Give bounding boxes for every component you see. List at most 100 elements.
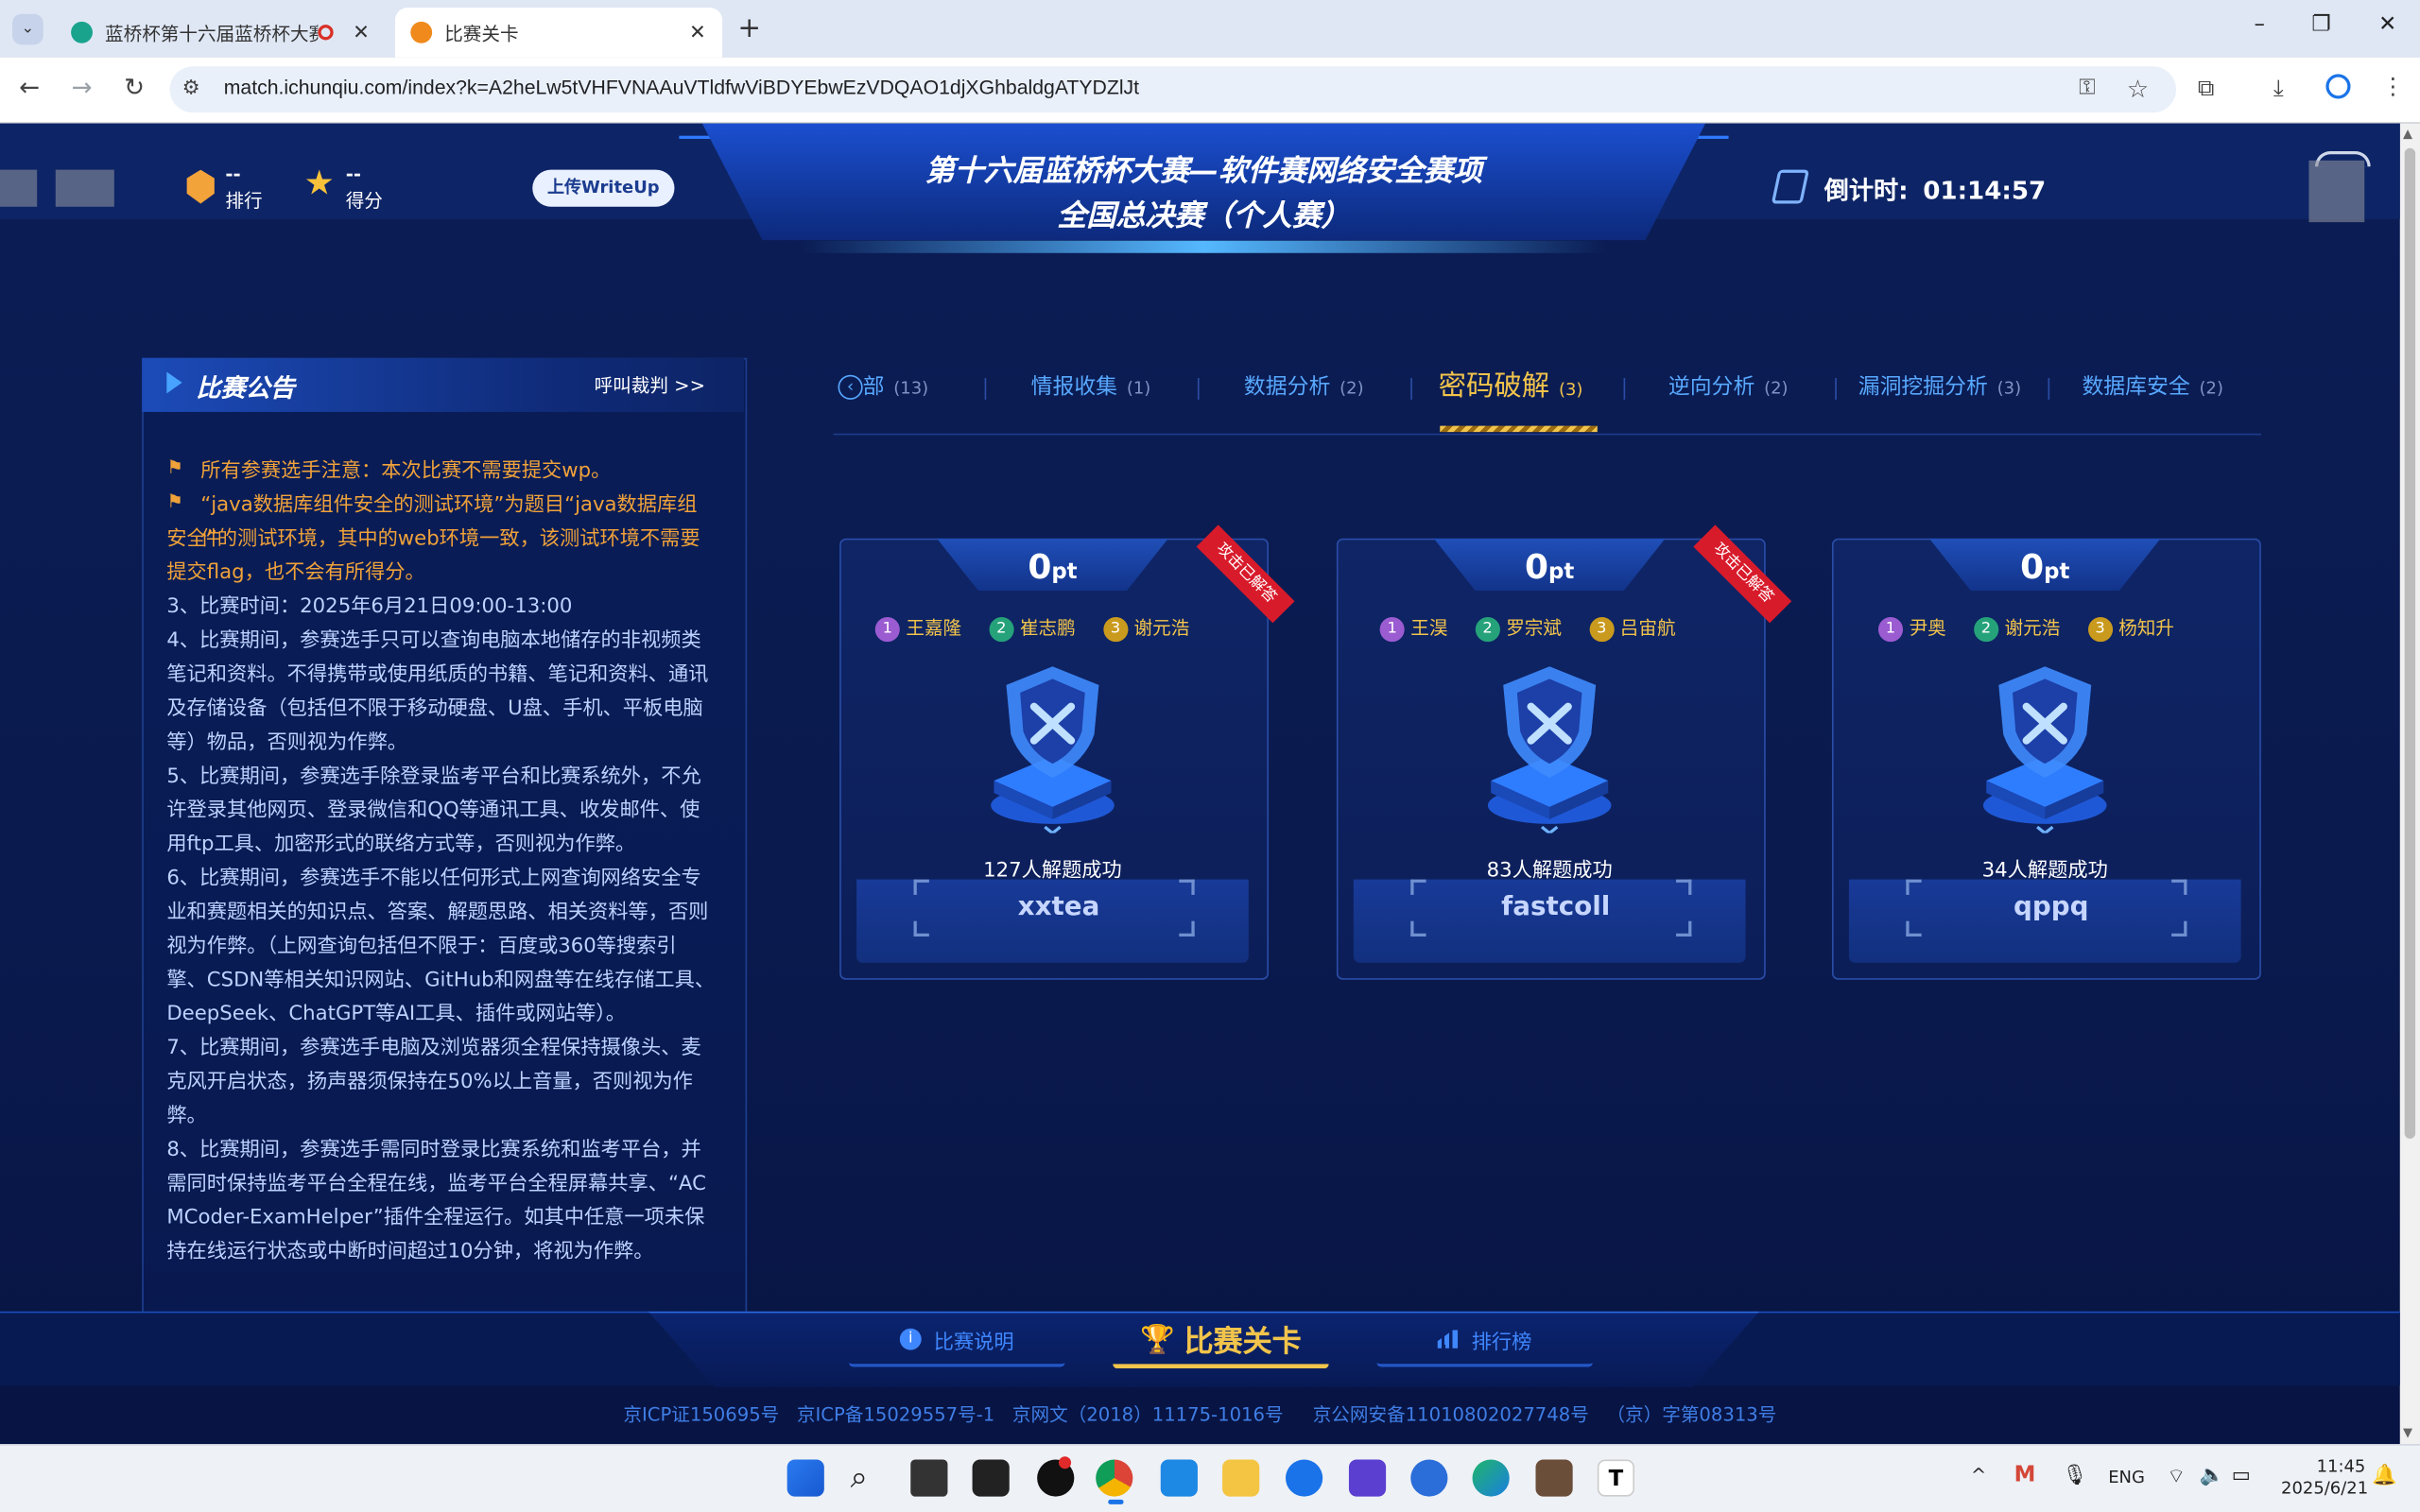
category-separator <box>1197 377 1200 400</box>
tab-levels[interactable]: 比赛关卡 ✕ <box>394 8 723 58</box>
category-tab-crypto[interactable]: 密码破解 (3) <box>1439 364 1583 404</box>
rank-3-medal-icon: 3 <box>1589 616 1615 642</box>
challenge-name[interactable]: xxtea <box>846 892 1272 923</box>
rank-1-medal-icon: 1 <box>1379 616 1405 642</box>
microphone-icon[interactable]: 🎙 <box>2062 1464 2087 1486</box>
announcement-line: 笔记和资料。不得携带或使用纸质的书籍、笔记和资料、通讯 <box>166 663 709 687</box>
announcement-line: 安全”的测试环境，其中的web环境一致，该测试环境不需要 <box>166 527 700 551</box>
extensions-icon[interactable]: ⧉ <box>2198 74 2215 101</box>
forward-arrow-icon[interactable]: → <box>65 73 99 102</box>
category-tab-intel[interactable]: 情报收集 (1) <box>1031 370 1151 402</box>
category-label: 数据库安全 <box>2082 374 2190 400</box>
typora-app-icon[interactable]: T <box>1597 1459 1634 1497</box>
announcement-line: 克风开启状态，扬声器须保持在50%以上音量，否则视为作 <box>166 1071 693 1094</box>
minimize-button[interactable]: – <box>2241 12 2278 37</box>
upload-writeup-button[interactable]: 上传WriteUp <box>532 169 675 207</box>
language-indicator[interactable]: ENG <box>2108 1468 2145 1487</box>
category-count: (1) <box>1126 377 1151 399</box>
levels-tab[interactable]: 🏆 比赛关卡 <box>1113 1314 1329 1369</box>
solver-name: 吕宙航 <box>1619 617 1676 639</box>
corner-bracket <box>1410 920 1426 937</box>
chrome-profile-app-icon[interactable] <box>1410 1459 1448 1497</box>
tab-lanqiao[interactable]: 蓝桥杯第十六届蓝桥杯大赛 ✕ <box>56 8 386 57</box>
back-arrow-icon[interactable]: ← <box>12 73 46 102</box>
close-window-button[interactable]: ✕ <box>2369 12 2406 37</box>
search-icon[interactable]: ⌕ <box>851 1458 868 1495</box>
volume-icon[interactable]: 🔈 <box>2200 1464 2224 1486</box>
clock-date[interactable]: 2025/6/21 <box>2281 1478 2368 1498</box>
challenge-name[interactable]: qppq <box>1838 892 2264 923</box>
scroll-left-chevron-icon[interactable]: ‹ <box>838 374 863 400</box>
scroll-down-icon[interactable]: ▼ <box>2403 1426 2412 1440</box>
new-tab-button[interactable]: + <box>737 12 761 44</box>
tab-title: 蓝桥杯第十六届蓝桥杯大赛 <box>105 22 319 44</box>
header-glow <box>802 240 1605 253</box>
leaderboard-tab[interactable]: 排行榜 <box>1376 1314 1593 1367</box>
shield-crypto-icon <box>1982 666 2107 833</box>
menu-kebab-icon[interactable]: ⋮ <box>2381 73 2404 100</box>
rank-1-medal-icon: 1 <box>1877 616 1904 642</box>
scrollbar-thumb[interactable] <box>2404 147 2416 1139</box>
restore-button[interactable]: ❐ <box>2303 12 2340 37</box>
category-tab-all[interactable]: 部 (13) <box>863 370 929 402</box>
scroll-up-icon[interactable]: ▲ <box>2403 127 2412 141</box>
category-tab-reverse[interactable]: 逆向分析 (2) <box>1668 370 1789 402</box>
rules-tab[interactable]: i 比赛说明 <box>848 1314 1065 1367</box>
clock-time[interactable]: 11:45 <box>2317 1456 2366 1476</box>
reload-icon[interactable]: ↻ <box>117 73 151 102</box>
gmail-tray-icon[interactable]: M <box>2014 1463 2036 1487</box>
category-count: (2) <box>2199 377 2223 399</box>
announcement-line: 弊。 <box>166 1104 207 1128</box>
corner-bracket <box>1179 920 1195 937</box>
recording-icon <box>318 25 334 41</box>
rank-1-medal-icon: 1 <box>874 616 900 642</box>
windows-taskbar <box>0 1444 2420 1512</box>
category-count: (3) <box>1558 379 1583 400</box>
category-label: 密码破解 <box>1438 369 1550 404</box>
tab-search-button[interactable]: ⌄ <box>12 13 43 45</box>
rank-2-medal-icon: 2 <box>1973 616 1999 642</box>
page-title-line2: 全国总决赛（个人赛） <box>1057 198 1351 233</box>
wifi-icon[interactable]: ⌔ <box>2167 1464 2186 1488</box>
solved-count: 83人解题成功 <box>1486 859 1613 883</box>
terminal-app-icon[interactable] <box>972 1459 1010 1497</box>
announcement-line: 持在线运行状态或中断时间超过10分钟，将视为作弊。 <box>166 1240 654 1264</box>
corner-bracket <box>1676 920 1692 937</box>
chrome-app-icon[interactable] <box>1096 1459 1133 1497</box>
category-label: 情报收集 <box>1030 374 1118 400</box>
challenge-name[interactable]: fastcoll <box>1342 892 1769 923</box>
category-label: 漏洞挖掘分析 <box>1858 374 1988 400</box>
password-key-icon[interactable]: ⚿ <box>2079 76 2095 100</box>
rank-2-medal-icon: 2 <box>1475 616 1500 642</box>
category-tab-data-analysis[interactable]: 数据分析 (2) <box>1244 370 1364 402</box>
site-info-icon[interactable]: ⚙ <box>182 77 200 100</box>
announcement-line: 需同时保持监考平台全程在线，监考平台全程屏幕共享、“AC <box>166 1172 706 1196</box>
notification-bell-icon[interactable]: 🔔 <box>2372 1464 2396 1486</box>
call-referee-link[interactable]: 呼叫裁判 >> <box>595 371 705 398</box>
close-tab-icon[interactable]: ✕ <box>349 21 373 43</box>
vscode-app-icon[interactable] <box>1160 1459 1198 1497</box>
countdown: 倒计时: 01:14:57 <box>1824 170 2046 207</box>
file-explorer-icon[interactable] <box>1222 1459 1260 1497</box>
profile-icon[interactable] <box>2325 74 2351 99</box>
bookmark-star-icon[interactable]: ☆ <box>2127 74 2149 103</box>
battery-icon[interactable]: ▭ <box>2232 1464 2251 1486</box>
windows-start-icon[interactable] <box>786 1459 824 1497</box>
close-tab-icon[interactable]: ✕ <box>685 21 710 43</box>
tray-overflow-icon[interactable]: ^ <box>1971 1464 1986 1486</box>
task-view-icon[interactable] <box>910 1459 948 1497</box>
top-solvers: 1 尹奥 2 谢元浩 3 杨知升 <box>1877 614 2174 642</box>
active-tab-underline <box>1440 425 1598 433</box>
app-icon[interactable] <box>1348 1459 1387 1497</box>
url-text[interactable]: match.ichunqiu.com/index?k=A2heLw5tVHFVN… <box>224 76 1139 98</box>
download-icon[interactable]: ⤓ <box>2273 74 2284 101</box>
edge-app-icon[interactable] <box>1472 1459 1510 1497</box>
category-tab-vuln[interactable]: 漏洞挖掘分析 (3) <box>1858 370 2021 402</box>
app-icon[interactable] <box>1285 1459 1323 1497</box>
app-icon[interactable] <box>1535 1459 1573 1497</box>
category-tab-database[interactable]: 数据库安全 (2) <box>2082 370 2223 402</box>
solved-count: 127人解题成功 <box>983 859 1122 883</box>
announcement-line: 许登录其他网页、登录微信和QQ等通讯工具、收发邮件、使 <box>166 799 700 823</box>
solved-count: 34人解题成功 <box>1981 859 2108 883</box>
category-count: (2) <box>1764 377 1789 399</box>
